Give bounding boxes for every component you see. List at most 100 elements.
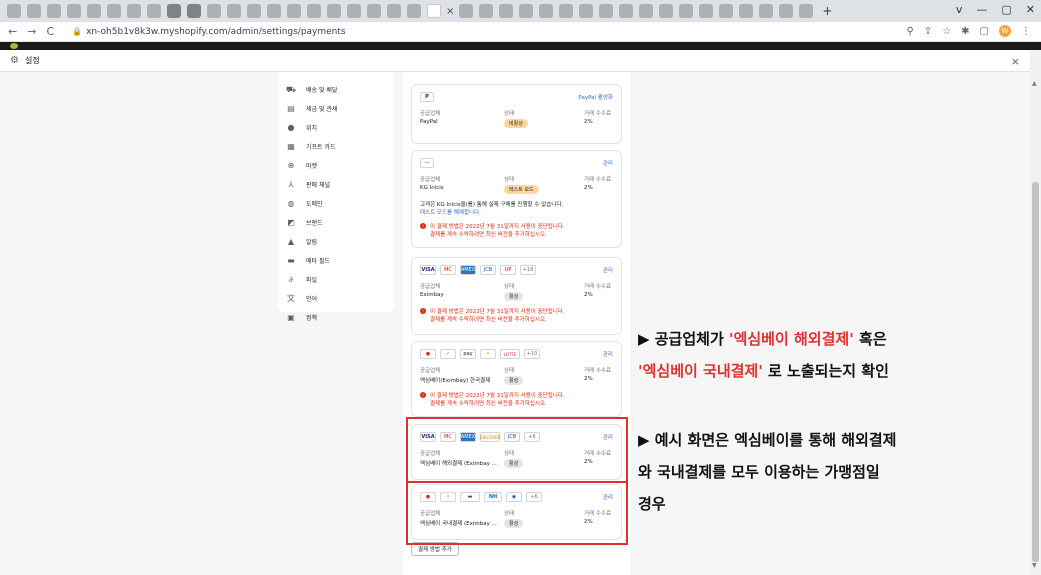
address-bar[interactable]: 🔒 xn-oh5b1v8k3w.myshopify.com/admin/sett… [64, 24, 944, 40]
browser-tab[interactable] [579, 4, 594, 18]
globe-icon: ⊕ [287, 161, 295, 170]
sidebar-item-label: 기프트 카드 [306, 144, 336, 151]
sidebar-item-markets[interactable]: ⊕ 마켓 [278, 156, 394, 175]
browser-tab[interactable] [387, 4, 401, 18]
browser-tab[interactable] [759, 4, 774, 18]
sidebar-item-sales-channels[interactable]: ⅄ 판매 채널 [278, 175, 394, 194]
deprecation-warning: ! 이 결제 방법은 2022년 7월 31일까지 사용이 중단됩니다. 결제를 … [420, 307, 613, 323]
sidebar-item-taxes[interactable]: ▤ 세금 및 관세 [278, 99, 394, 118]
browser-tab-active[interactable] [427, 4, 441, 18]
browser-tab[interactable] [539, 4, 554, 18]
maximize-icon[interactable]: ▢ [1001, 3, 1011, 16]
browser-tab[interactable] [187, 4, 201, 18]
sidebar-item-gift-cards[interactable]: ▦ 기프트 카드 [278, 137, 394, 156]
location-pin-icon: ● [287, 123, 295, 132]
browser-tab[interactable] [47, 4, 61, 18]
browser-tab[interactable] [599, 4, 614, 18]
scroll-up-icon[interactable]: ▲ [1032, 80, 1037, 87]
paypal-activate-link[interactable]: PayPal 활성화 [578, 93, 613, 101]
bookmark-star-icon[interactable]: ☆ [942, 26, 951, 37]
browser-tab[interactable] [699, 4, 714, 18]
browser-tab[interactable] [287, 4, 301, 18]
minimize-icon[interactable]: — [976, 3, 987, 16]
window-close-icon[interactable]: ✕ [1026, 3, 1035, 16]
reload-icon[interactable]: C [46, 25, 54, 38]
sidebar-item-label: 메타 필드 [306, 258, 330, 265]
more-methods-count: +18 [520, 265, 536, 275]
sidebar-item-label: 판매 채널 [306, 182, 330, 189]
share-icon[interactable]: ⇪ [924, 26, 932, 37]
browser-tab[interactable] [719, 4, 734, 18]
provider-header: 공급업체 [420, 284, 441, 290]
browser-tab[interactable] [519, 4, 534, 18]
browser-tab[interactable] [147, 4, 161, 18]
scrollbar-thumb[interactable] [1032, 182, 1039, 562]
sidebar-item-policies[interactable]: ▣ 정책 [278, 308, 394, 327]
window-controls: v — ▢ ✕ [956, 3, 1035, 16]
sidebar-item-domains[interactable]: ◍ 도메인 [278, 194, 394, 213]
sidebar-item-locations[interactable]: ● 위치 [278, 118, 394, 137]
browser-tab[interactable] [347, 4, 361, 18]
fee-value: 2% [584, 185, 593, 191]
sidebar-item-shipping[interactable]: ⛟ 배송 및 배달 [278, 80, 394, 99]
sidebar-item-brand[interactable]: ◩ 브랜드 [278, 213, 394, 232]
back-icon[interactable]: ← [8, 25, 17, 38]
browser-tab[interactable] [247, 4, 261, 18]
sidebar-item-languages[interactable]: 文 언어 [278, 289, 394, 308]
tab-search-icon[interactable]: v [956, 3, 963, 16]
deprecation-warning: ! 이 결제 방법은 2022년 7월 31일까지 사용이 중단됩니다. 결제를 … [420, 222, 613, 238]
browser-tab[interactable] [499, 4, 514, 18]
browser-tab[interactable] [459, 4, 474, 18]
status-badge: 비활성 [504, 119, 528, 128]
browser-tab[interactable] [407, 4, 421, 18]
browser-tab[interactable] [739, 4, 754, 18]
page-scrollbar[interactable]: ▲ ▼ [1030, 72, 1041, 575]
scroll-down-icon[interactable]: ▼ [1032, 562, 1037, 569]
kr-bank-logo-icon: ● [420, 349, 436, 359]
browser-tab[interactable] [87, 4, 101, 18]
sidebar-item-files[interactable]: ∂ 파일 [278, 270, 394, 289]
sidepanel-icon[interactable]: ▢ [980, 26, 989, 37]
browser-tab[interactable] [67, 4, 81, 18]
browser-tab[interactable] [779, 4, 794, 18]
forward-icon[interactable]: → [27, 25, 36, 38]
disable-test-mode-link[interactable]: 테스트 모드를 해제합니다. [420, 208, 613, 216]
browser-tab[interactable] [227, 4, 241, 18]
settings-close-icon[interactable]: × [1011, 55, 1020, 68]
browser-tab[interactable] [559, 4, 574, 18]
provider-name: Eximbay [420, 292, 444, 298]
manage-link[interactable]: 관리 [603, 266, 613, 274]
browser-tab[interactable] [127, 4, 141, 18]
browser-tab[interactable] [207, 4, 221, 18]
browser-tab[interactable] [107, 4, 121, 18]
profile-avatar[interactable]: W [999, 25, 1011, 37]
sidebar-item-metafields[interactable]: ▬ 메타 필드 [278, 251, 394, 270]
paperclip-icon: ∂ [288, 275, 294, 284]
sidebar-item-label: 도메인 [306, 201, 323, 208]
browser-tab[interactable] [7, 4, 21, 18]
browser-tab[interactable] [367, 4, 381, 18]
menu-icon[interactable]: ⋮ [1021, 26, 1031, 37]
zoom-icon[interactable]: ⚲ [906, 26, 913, 37]
browser-tab[interactable] [639, 4, 654, 18]
browser-tab[interactable] [619, 4, 634, 18]
provider-header: 공급업체 [420, 368, 441, 374]
browser-tab[interactable] [167, 4, 181, 18]
browser-tab[interactable] [307, 4, 321, 18]
manage-link[interactable]: 관리 [603, 350, 613, 358]
annotation-line-5: 경우 [638, 495, 666, 513]
browser-tab[interactable] [799, 4, 814, 18]
browser-tab[interactable] [659, 4, 674, 18]
sidebar-item-notifications[interactable]: ▲ 알림 [278, 232, 394, 251]
tab-close-icon[interactable]: × [446, 6, 454, 17]
browser-tab[interactable] [267, 4, 281, 18]
extensions-icon[interactable]: ✱ [961, 26, 969, 37]
bell-icon: ▲ [287, 237, 295, 246]
browser-tab[interactable] [27, 4, 41, 18]
new-tab-button[interactable]: + [822, 4, 832, 18]
browser-tab[interactable] [327, 4, 341, 18]
manage-link[interactable]: 관리 [603, 159, 613, 167]
metafields-icon: ▬ [287, 256, 295, 265]
browser-tab[interactable] [679, 4, 694, 18]
browser-tab[interactable] [479, 4, 494, 18]
